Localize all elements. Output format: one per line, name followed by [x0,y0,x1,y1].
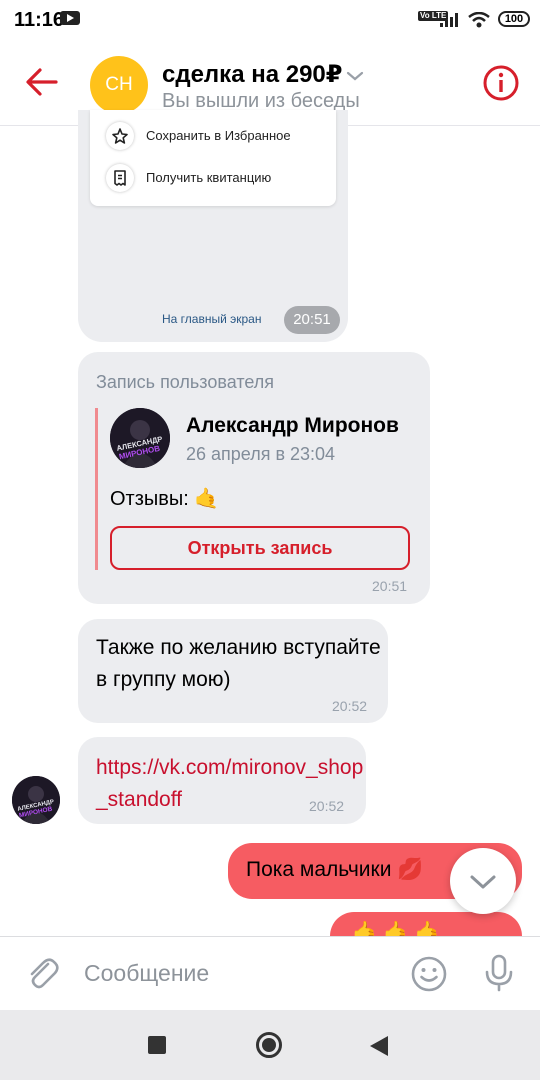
recent-apps-button[interactable] [148,1036,166,1054]
chevron-down-icon[interactable] [346,70,364,82]
message-text: Также по желанию вступайте в группу мою) [96,636,381,691]
main-screen-link[interactable]: На главный экран [162,312,261,326]
system-back-button[interactable] [370,1036,388,1056]
repost-quote-bar [95,408,98,570]
star-icon [106,122,134,150]
status-time: 11:16 [14,9,65,31]
message-input[interactable] [84,953,384,993]
scroll-down-button[interactable] [450,848,516,914]
attach-icon[interactable] [24,955,60,991]
repost-label: Запись пользователя [96,372,275,392]
chat-title[interactable]: сделка на 290₽ [162,60,342,89]
repost-date: 26 апреля в 23:04 [186,444,336,464]
back-arrow-icon[interactable] [24,64,60,100]
battery-indicator: 100 [498,11,530,27]
open-post-button[interactable]: Открыть запись [110,526,410,570]
author-avatar[interactable]: АЛЕКСАНДР МИРОНОВ [110,408,170,468]
smile-icon[interactable] [410,955,448,993]
home-button[interactable] [256,1032,282,1058]
message-text: 🤙🤙🤙 [352,920,447,936]
get-receipt-item[interactable]: Получить квитанцию [90,160,336,196]
info-icon[interactable] [482,64,520,102]
system-nav-bar [0,1010,540,1080]
message-time: 20:52 [309,798,345,814]
sender-avatar[interactable]: АЛЕКСАНДР МИРОНОВ [12,776,60,824]
microphone-icon[interactable] [482,953,516,993]
chevron-down-icon [470,875,496,889]
youtube-notification-icon [60,11,80,25]
wifi-icon [468,12,490,28]
save-favorites-label: Сохранить в Избранное [146,128,291,143]
signal-icon [440,13,460,27]
status-bar: 11:16 Vo LTE 100 [0,0,540,40]
message-text: Пока мальчики 💋 [246,858,424,881]
message-time: 20:51 [284,306,340,334]
get-receipt-label: Получить квитанцию [146,170,272,185]
repost-author[interactable]: Александр Миронов [186,414,399,438]
message-time: 20:51 [372,578,408,594]
repost-text: Отзывы: 🤙 [110,488,220,510]
message-time: 20:52 [332,698,368,714]
payment-card: Сохранить в Избранное Получить квитанцию [90,110,336,206]
message-composer [0,936,540,1010]
chat-avatar[interactable]: СН [90,56,148,114]
save-favorites-item[interactable]: Сохранить в Избранное [90,118,336,154]
receipt-icon [106,164,134,192]
